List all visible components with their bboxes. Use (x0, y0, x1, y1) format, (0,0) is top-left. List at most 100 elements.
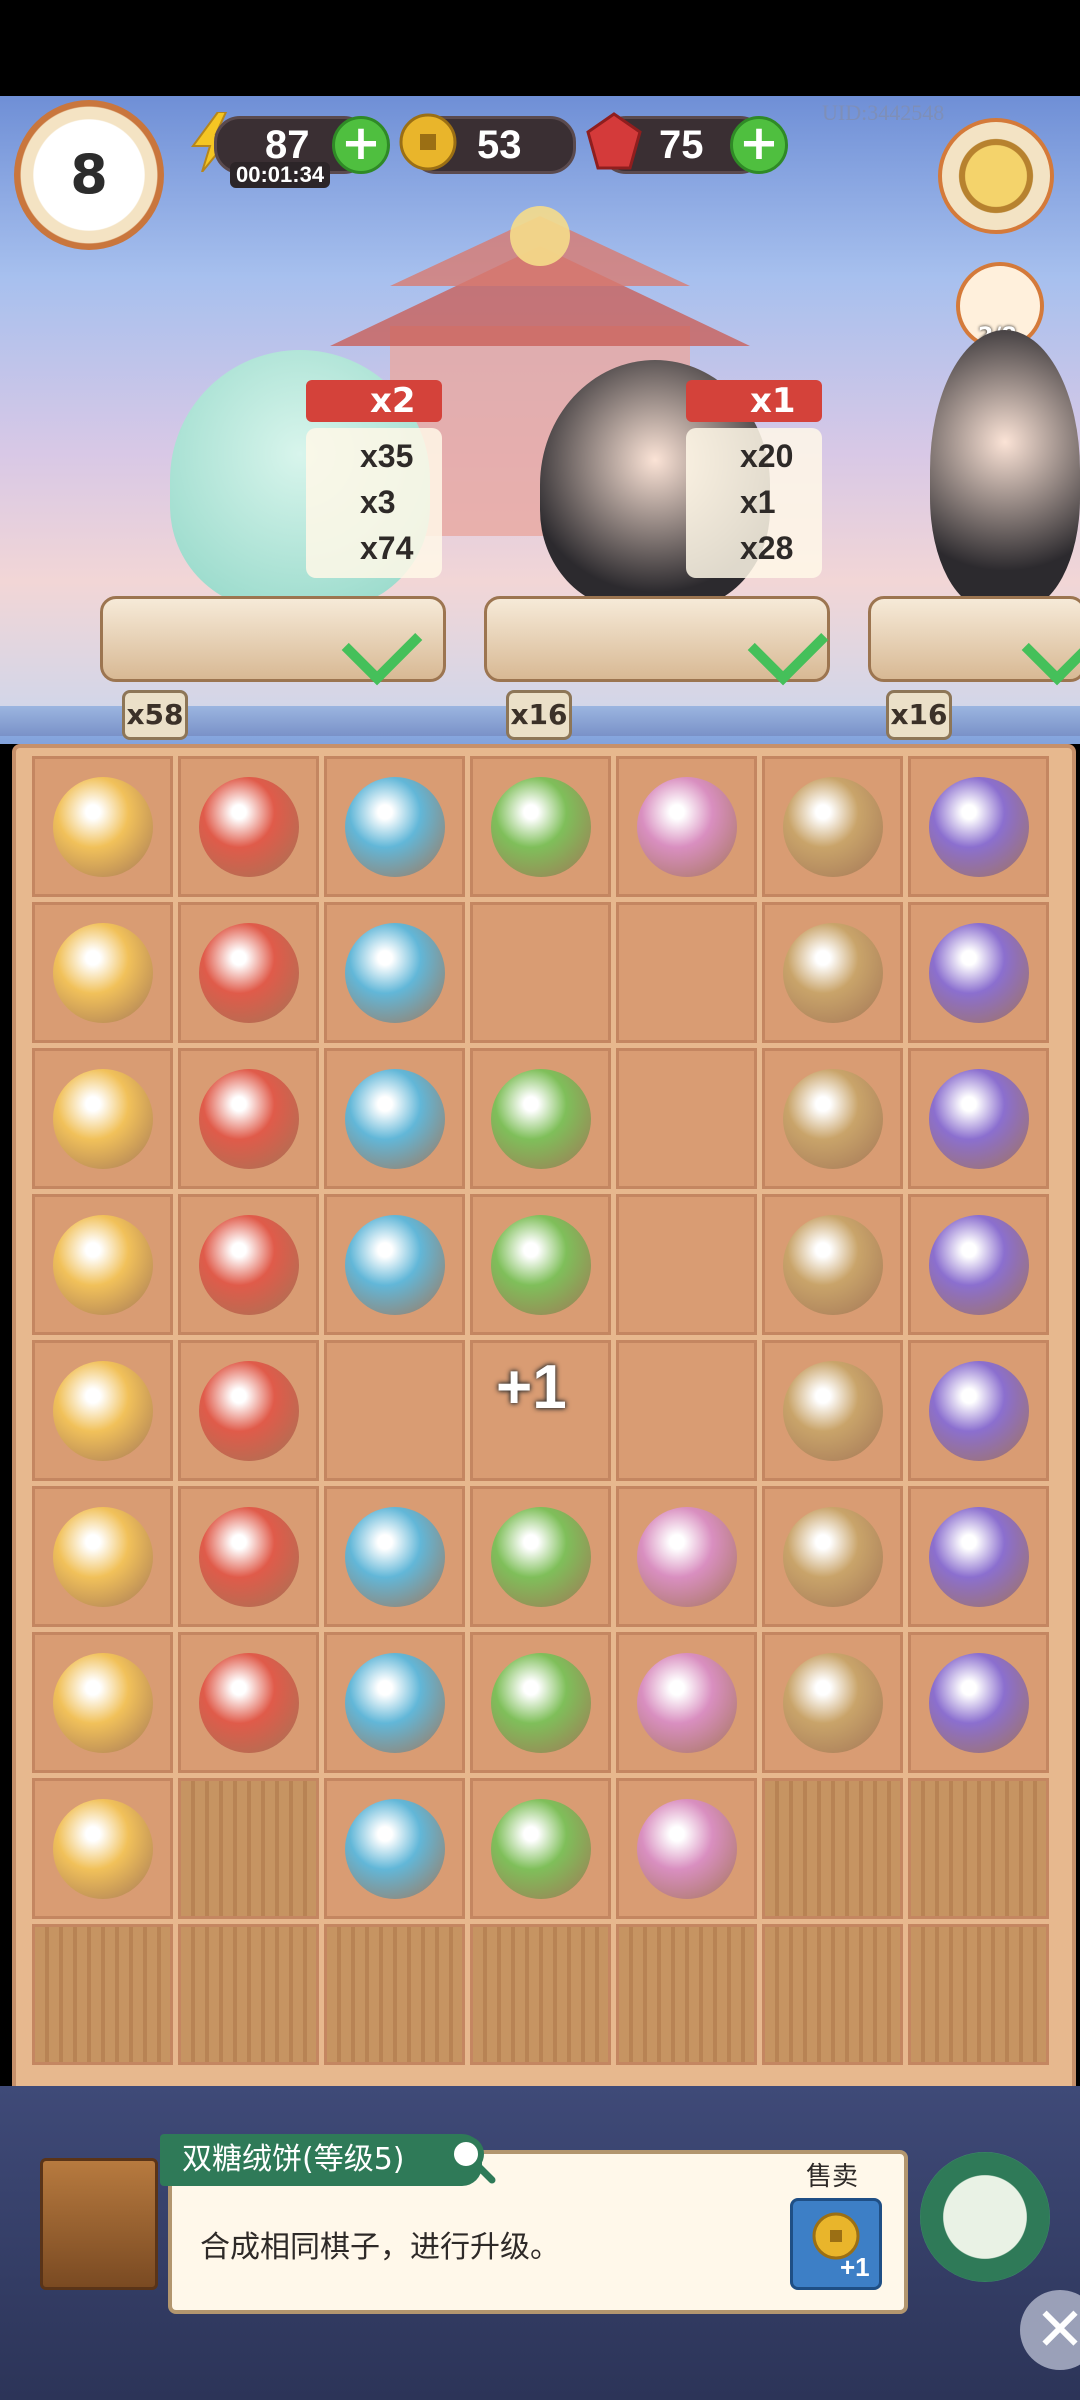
board-cell[interactable] (32, 756, 173, 897)
board-cell[interactable] (470, 1048, 611, 1189)
board-cell[interactable] (324, 756, 465, 897)
board-cell[interactable] (470, 756, 611, 897)
coin-icon (399, 113, 457, 171)
board-cell[interactable] (908, 1486, 1049, 1627)
watermelon-icon (491, 1215, 591, 1315)
board-cell[interactable] (32, 1048, 173, 1189)
locked-cell[interactable] (908, 1778, 1049, 1919)
coin-icon (345, 1507, 445, 1607)
order-1-rewards: x35 x3 x74 (306, 428, 442, 578)
board-cell[interactable] (324, 1632, 465, 1773)
flower-pouch-icon (929, 1507, 1029, 1607)
order-1-reward-xp: x35 (360, 438, 414, 474)
treasure-shop-button[interactable] (938, 118, 1054, 234)
board-cell[interactable] (178, 1048, 319, 1189)
ruby-icon (586, 112, 642, 170)
locked-cell[interactable] (324, 1924, 465, 2065)
locked-cell[interactable] (762, 1924, 903, 2065)
add-energy-button[interactable]: + (332, 116, 390, 174)
item-title: 双糖绒饼(等级5) (160, 2134, 482, 2186)
locked-cell[interactable] (762, 1778, 903, 1919)
board-cell[interactable] (324, 1340, 465, 1481)
board-cell[interactable] (908, 756, 1049, 897)
blue-chest-icon (53, 1361, 153, 1461)
fan-icon (53, 1653, 153, 1753)
board-cell[interactable] (616, 902, 757, 1043)
board-cell[interactable] (762, 1340, 903, 1481)
board-cell[interactable] (616, 1486, 757, 1627)
status-bar (0, 0, 1080, 96)
cabinet-icon[interactable] (40, 2158, 158, 2290)
board-cell[interactable] (32, 1778, 173, 1919)
board-cell[interactable] (616, 1048, 757, 1189)
add-gems-button[interactable]: + (730, 116, 788, 174)
board-cell[interactable] (324, 1194, 465, 1335)
locked-cell[interactable] (32, 1924, 173, 2065)
board-cell[interactable] (616, 756, 757, 897)
board-cell[interactable] (762, 1194, 903, 1335)
board-cell[interactable] (324, 1486, 465, 1627)
order-3-count: x16 (886, 690, 952, 740)
board-cell[interactable] (762, 1632, 903, 1773)
board-cell[interactable] (616, 1632, 757, 1773)
black-white-cat-icon (199, 1361, 299, 1461)
board-cell[interactable] (178, 1340, 319, 1481)
board-cell[interactable] (32, 1340, 173, 1481)
board-cell[interactable] (908, 1340, 1049, 1481)
locked-cell[interactable] (178, 1924, 319, 2065)
board-cell[interactable] (178, 1632, 319, 1773)
board-cell[interactable] (178, 756, 319, 897)
magnifier-icon[interactable] (444, 2132, 496, 2184)
board-cell[interactable] (32, 902, 173, 1043)
cake-roll-icon (783, 1507, 883, 1607)
board-cell[interactable] (908, 1048, 1049, 1189)
board-cell[interactable] (470, 1194, 611, 1335)
order-2-reward-xp: x20 (740, 438, 794, 474)
coin-pile-icon (53, 1215, 153, 1315)
player-level-badge[interactable]: 8 (14, 100, 164, 250)
locked-cell[interactable] (616, 1924, 757, 2065)
lady-customer[interactable] (930, 330, 1080, 610)
board-cell[interactable] (762, 1486, 903, 1627)
item-description: 合成相同棋子，进行升级。 (200, 2230, 560, 2265)
pavilion-button[interactable] (920, 2152, 1050, 2282)
order-2-reward-coins: x28 (740, 530, 794, 566)
yarn-basket-icon (929, 1069, 1029, 1169)
order-1-reward-coins: x74 (360, 530, 414, 566)
board-cell[interactable] (32, 1632, 173, 1773)
two-coins-icon (199, 1215, 299, 1315)
board-cell[interactable] (32, 1486, 173, 1627)
board-cell[interactable] (616, 1194, 757, 1335)
board-cell[interactable] (762, 902, 903, 1043)
wooden-box-icon (783, 1653, 883, 1753)
board-cell[interactable] (762, 1048, 903, 1189)
blue-gem-icon (199, 1653, 299, 1753)
board-cell[interactable] (470, 902, 611, 1043)
bamboo-icon (199, 1507, 299, 1607)
board-cell[interactable] (324, 1778, 465, 1919)
omelette-rice-icon (345, 1799, 445, 1899)
board-cell[interactable] (908, 1194, 1049, 1335)
board-cell[interactable] (616, 1340, 757, 1481)
order-1-count: x58 (122, 690, 188, 740)
board-cell[interactable] (324, 902, 465, 1043)
board-cell[interactable] (324, 1048, 465, 1189)
board-cell[interactable] (762, 756, 903, 897)
board-cell[interactable] (470, 1486, 611, 1627)
board-cell[interactable] (470, 1778, 611, 1919)
board-cell[interactable] (616, 1778, 757, 1919)
board-cell[interactable] (178, 1194, 319, 1335)
board-cell[interactable] (908, 902, 1049, 1043)
board-cell[interactable] (178, 902, 319, 1043)
locked-cell[interactable] (470, 1924, 611, 2065)
locked-cell[interactable] (178, 1778, 319, 1919)
cotton-icon (929, 1361, 1029, 1461)
board-cell[interactable] (32, 1194, 173, 1335)
order-1-multiplier: x2 (306, 380, 442, 422)
board-cell[interactable] (178, 1486, 319, 1627)
locked-cell[interactable] (908, 1924, 1049, 2065)
double-sugar-cake-icon (491, 1507, 591, 1607)
board-cell[interactable] (470, 1632, 611, 1773)
tea-jar-icon (53, 1069, 153, 1169)
board-cell[interactable] (908, 1632, 1049, 1773)
